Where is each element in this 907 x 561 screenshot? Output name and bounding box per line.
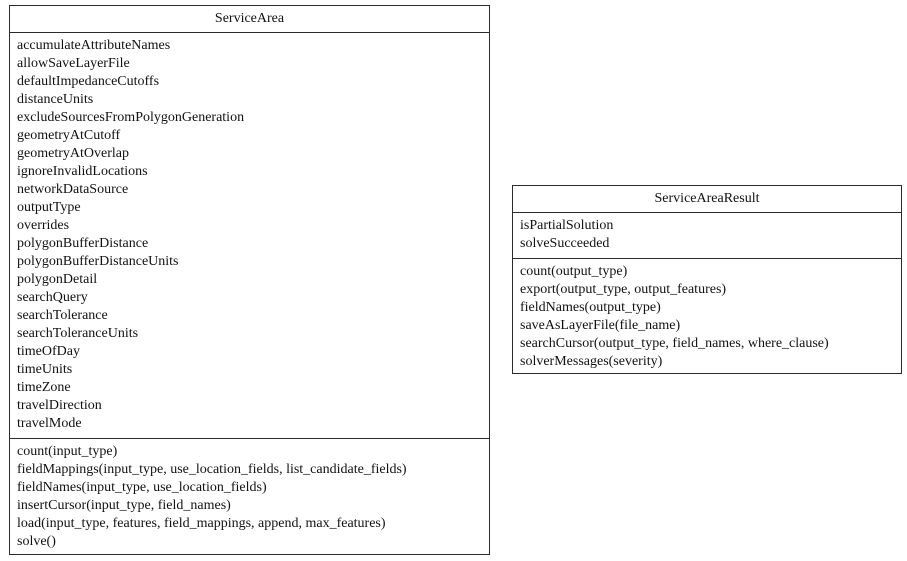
method-row: fieldMappings(input_type, use_location_f… — [17, 462, 407, 477]
method-row: count(input_type) — [17, 444, 118, 459]
attribute-row: searchToleranceUnits — [17, 326, 139, 341]
class-name-service-area: ServiceArea — [10, 6, 489, 33]
method-row: count(output_type) — [520, 264, 628, 279]
method-row: searchCursor(output_type, field_names, w… — [520, 336, 829, 351]
attribute-row: isPartialSolution — [520, 218, 614, 233]
method-row: export(output_type, output_features) — [520, 282, 727, 297]
class-name-service-area-result: ServiceAreaResult — [513, 186, 901, 213]
method-row: fieldNames(input_type, use_location_fiel… — [17, 480, 267, 495]
attribute-row: timeZone — [17, 380, 71, 395]
attribute-row: geometryAtOverlap — [17, 146, 129, 161]
method-row: load(input_type, features, field_mapping… — [17, 516, 386, 531]
attribute-row: timeUnits — [17, 362, 73, 377]
uml-class-service-area: ServiceArea accumulateAttributeNames all… — [9, 5, 490, 555]
attribute-row: polygonBufferDistanceUnits — [17, 254, 179, 269]
attribute-row: overrides — [17, 218, 70, 233]
attribute-row: ignoreInvalidLocations — [17, 164, 148, 179]
attribute-row: travelMode — [17, 416, 82, 431]
attribute-row: networkDataSource — [17, 182, 129, 197]
attribute-row: solveSucceeded — [520, 236, 610, 251]
attribute-row: searchTolerance — [17, 308, 108, 323]
attributes-compartment-service-area-result: isPartialSolution solveSucceeded — [513, 213, 901, 259]
methods-compartment-service-area-result: count(output_type) export(output_type, o… — [513, 259, 901, 376]
attribute-row: allowSaveLayerFile — [17, 56, 130, 71]
attribute-row: travelDirection — [17, 398, 102, 413]
attribute-row: timeOfDay — [17, 344, 80, 359]
uml-class-service-area-result: ServiceAreaResult isPartialSolution solv… — [512, 185, 902, 374]
method-row: insertCursor(input_type, field_names) — [17, 498, 231, 513]
attribute-row: accumulateAttributeNames — [17, 38, 171, 53]
attribute-row: searchQuery — [17, 290, 88, 305]
method-row: solve() — [17, 534, 56, 549]
method-row: solverMessages(severity) — [520, 354, 663, 369]
attribute-row: polygonDetail — [17, 272, 98, 287]
attributes-compartment-service-area: accumulateAttributeNames allowSaveLayerF… — [10, 33, 489, 439]
attribute-row: outputType — [17, 200, 81, 215]
attribute-row: excludeSourcesFromPolygonGeneration — [17, 110, 245, 125]
attribute-row: geometryAtCutoff — [17, 128, 121, 143]
method-row: fieldNames(output_type) — [520, 300, 661, 315]
methods-compartment-service-area: count(input_type) fieldMappings(input_ty… — [10, 439, 489, 556]
attribute-row: polygonBufferDistance — [17, 236, 149, 251]
method-row: saveAsLayerFile(file_name) — [520, 318, 681, 333]
attribute-row: defaultImpedanceCutoffs — [17, 74, 160, 89]
attribute-row: distanceUnits — [17, 92, 94, 107]
